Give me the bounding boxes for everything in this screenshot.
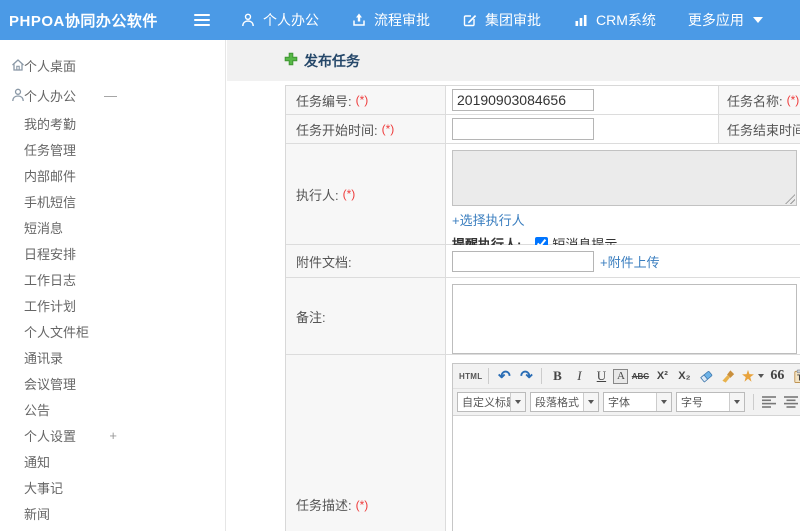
- editor-toolbar: HTML ↶ ↷ B I U A ABC X² X₂ 66 自定义标 段落格式 …: [453, 364, 800, 416]
- subscript-button[interactable]: X₂: [674, 366, 694, 386]
- nav-flow-approval[interactable]: 流程审批: [351, 10, 430, 30]
- font-family-select[interactable]: 字体: [603, 392, 672, 412]
- sidebar-item-personal-settings[interactable]: 个人设置 +: [0, 422, 225, 448]
- sidebar-item-schedule[interactable]: 日程安排: [0, 240, 225, 266]
- description-label: 任务描述: (*): [286, 355, 446, 531]
- autotypeset-button[interactable]: [740, 366, 765, 386]
- nav-personal-office[interactable]: 个人办公: [240, 10, 319, 30]
- sidebar: 个人桌面 个人办公 — 我的考勤 任务管理 内部邮件 手机短信 短消息 日程安排…: [0, 40, 226, 531]
- nav-group-approval[interactable]: 集团审批: [462, 10, 541, 30]
- nav-label: 更多应用: [687, 12, 744, 28]
- executor-textarea[interactable]: [452, 150, 797, 206]
- form-row-start-time: 任务开始时间:(*) 任务结束时间:(*): [286, 115, 800, 144]
- sidebar-item-my-attendance[interactable]: 我的考勤: [0, 110, 225, 136]
- bold-button[interactable]: B: [547, 366, 567, 386]
- start-time-input[interactable]: [452, 118, 594, 140]
- font-size-select[interactable]: 字号: [676, 392, 745, 412]
- blockquote-button[interactable]: 66: [767, 366, 787, 386]
- sidebar-item-short-message[interactable]: 短消息: [0, 214, 225, 240]
- choose-executor-link[interactable]: +选择执行人: [452, 210, 525, 229]
- nav-crm-system[interactable]: CRM系统: [573, 10, 656, 30]
- text-border-button[interactable]: A: [613, 368, 629, 384]
- task-number-label: 任务编号: (*): [286, 86, 446, 114]
- italic-button[interactable]: I: [569, 366, 589, 386]
- sidebar-item-notification[interactable]: 通知: [0, 448, 225, 474]
- executor-label: 执行人: (*): [286, 144, 446, 244]
- sidebar-item-work-plan[interactable]: 工作计划: [0, 292, 225, 318]
- remark-textarea[interactable]: [452, 284, 797, 354]
- caret-down-icon: [758, 374, 765, 378]
- nav-label: 个人办公: [263, 12, 319, 28]
- page-title-strip: 发布任务: [227, 40, 800, 81]
- task-number-input[interactable]: [452, 89, 594, 111]
- sidebar-item-meeting-management[interactable]: 会议管理: [0, 370, 225, 396]
- underline-button[interactable]: U: [591, 366, 611, 386]
- sidebar-item-personal-file-cabinet[interactable]: 个人文件柜: [0, 318, 225, 344]
- heading-select[interactable]: 自定义标题: [457, 392, 526, 412]
- nav-label: 集团审批: [485, 12, 541, 28]
- resize-grip[interactable]: [785, 194, 795, 204]
- end-time-label: 任务结束时间:(*): [719, 115, 800, 143]
- sidebar-item-vote[interactable]: 投票: [0, 526, 225, 531]
- topbar: PHPOA协同办公软件 个人办公 流程审批 集团审批 CRM系统 更多应用: [0, 0, 800, 40]
- form-row-executor: 执行人:(*) +选择执行人 提醒执行人: 短消息提示: [286, 144, 800, 252]
- superscript-button[interactable]: X²: [652, 366, 672, 386]
- expand-plus-icon[interactable]: +: [109, 428, 117, 443]
- nav-more-apps[interactable]: 更多应用: [688, 10, 763, 30]
- sidebar-item-contacts[interactable]: 通讯录: [0, 344, 225, 370]
- redo-button[interactable]: ↷: [516, 366, 536, 386]
- main-content: 发布任务 任务编号:(*) 任务名称:(*) 任务开始时间:(*): [227, 40, 800, 531]
- strikethrough-button[interactable]: ABC: [630, 366, 650, 386]
- eraser-button[interactable]: [696, 366, 716, 386]
- editor-content-area[interactable]: [453, 416, 800, 531]
- collapse-minus-icon[interactable]: —: [104, 88, 117, 103]
- align-left-button[interactable]: [759, 392, 779, 412]
- flow-approval-icon: [351, 12, 367, 28]
- sidebar-item-memorabilia[interactable]: 大事记: [0, 474, 225, 500]
- remark-label: 备注:: [286, 278, 446, 354]
- sidebar-item-personal-desktop[interactable]: 个人桌面: [0, 50, 225, 80]
- add-plus-icon: [284, 52, 298, 69]
- sidebar-item-internal-mail[interactable]: 内部邮件: [0, 162, 225, 188]
- user-icon: [240, 12, 256, 28]
- home-icon: [10, 57, 26, 76]
- publish-task-form: 任务编号:(*) 任务名称:(*) 任务开始时间:(*) 任务结束时间:(*): [285, 85, 800, 531]
- rich-text-editor: HTML ↶ ↷ B I U A ABC X² X₂ 66 自定义标 段落格式 …: [452, 363, 800, 531]
- form-row-attachment: 附件文档: +附件上传: [286, 245, 800, 278]
- sidebar-item-task-management[interactable]: 任务管理: [0, 136, 225, 162]
- paragraph-select[interactable]: 段落格式: [530, 392, 599, 412]
- nav-label: 流程审批: [374, 12, 430, 28]
- task-name-label: 任务名称: (*): [719, 86, 800, 114]
- form-row-description: 任务描述: (*) HTML ↶ ↷ B I U A ABC X² X₂ 66 …: [286, 355, 800, 531]
- bar-chart-icon: [573, 12, 589, 28]
- nav-label: CRM系统: [596, 12, 656, 28]
- app-brand: PHPOA协同办公软件: [9, 12, 158, 30]
- start-time-label: 任务开始时间: (*): [286, 115, 446, 143]
- page-title: 发布任务: [284, 51, 360, 71]
- format-brush-icon[interactable]: [718, 366, 738, 386]
- sidebar-item-personal-office[interactable]: 个人办公 —: [0, 80, 225, 110]
- align-center-button[interactable]: [781, 392, 800, 412]
- user-icon: [10, 87, 26, 106]
- html-source-button[interactable]: HTML: [458, 366, 483, 386]
- menu-icon[interactable]: [194, 14, 210, 26]
- sidebar-item-work-log[interactable]: 工作日志: [0, 266, 225, 292]
- attachment-label: 附件文档:: [286, 245, 446, 277]
- form-row-remark: 备注:: [286, 278, 800, 355]
- sidebar-item-news[interactable]: 新闻: [0, 500, 225, 526]
- sidebar-item-announcement[interactable]: 公告: [0, 396, 225, 422]
- sidebar-item-mobile-sms[interactable]: 手机短信: [0, 188, 225, 214]
- undo-button[interactable]: ↶: [494, 366, 514, 386]
- paste-text-button[interactable]: T: [789, 366, 800, 386]
- caret-down-icon: [752, 17, 763, 23]
- attachment-input[interactable]: [452, 250, 594, 272]
- form-row-task-number: 任务编号:(*) 任务名称:(*): [286, 86, 800, 115]
- attachment-upload-link[interactable]: +附件上传: [600, 252, 660, 271]
- top-navigation: 个人办公 流程审批 集团审批 CRM系统 更多应用: [240, 10, 795, 30]
- compose-icon: [462, 12, 478, 28]
